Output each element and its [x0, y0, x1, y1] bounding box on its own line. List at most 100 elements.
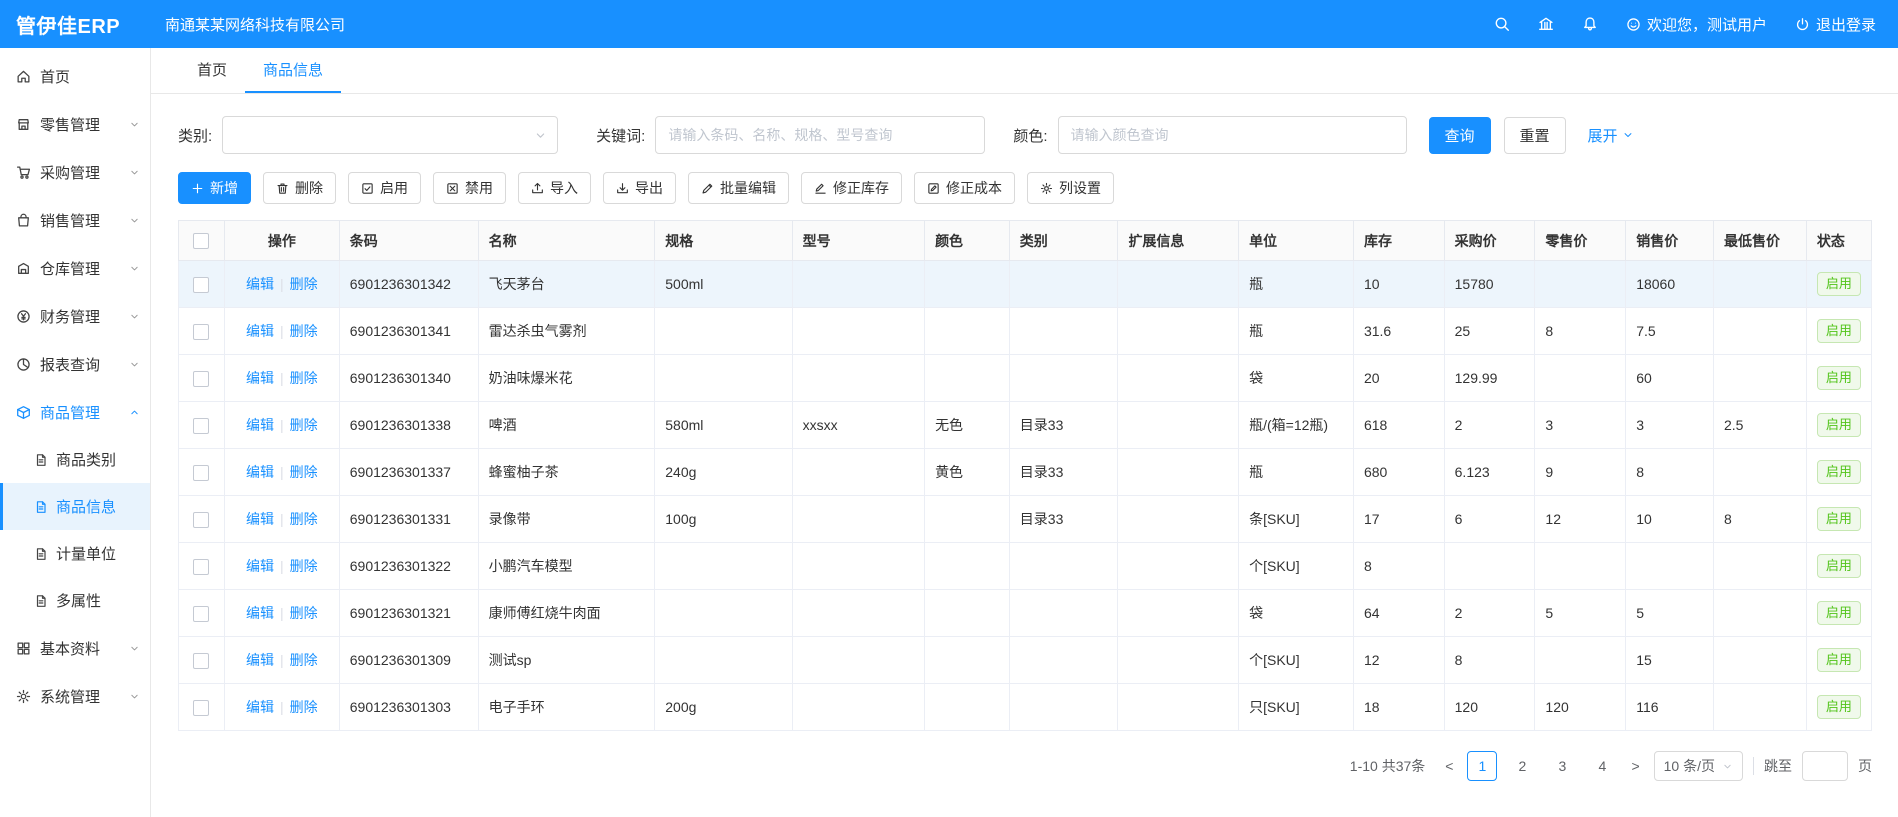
sidebar-item-retail[interactable]: 零售管理	[0, 100, 150, 148]
reset-button[interactable]: 重置	[1504, 117, 1566, 154]
sidebar-subitem-measure-unit[interactable]: 计量单位	[0, 530, 150, 577]
delete-link[interactable]: 删除	[290, 323, 318, 339]
page-number-4[interactable]: 4	[1587, 751, 1617, 781]
page-number-3[interactable]: 3	[1547, 751, 1577, 781]
delete-link[interactable]: 删除	[290, 699, 318, 715]
chevron-down-icon	[129, 119, 140, 130]
page-size-select[interactable]: 10 条/页	[1654, 751, 1743, 781]
fix-stock-button[interactable]: 修正库存	[801, 172, 902, 204]
category-select[interactable]	[222, 116, 558, 154]
row-checkbox[interactable]	[193, 512, 209, 528]
delete-link[interactable]: 删除	[290, 511, 318, 527]
prev-page-button[interactable]: <	[1441, 758, 1457, 774]
cell-spec	[655, 590, 792, 637]
delete-link[interactable]: 删除	[290, 605, 318, 621]
expand-toggle[interactable]: 展开	[1588, 125, 1634, 146]
chevron-down-icon	[129, 311, 140, 322]
pagination: 1-10 共37条<1234>10 条/页跳至页	[178, 751, 1872, 781]
column-settings-icon	[1040, 182, 1053, 195]
delete-link[interactable]: 删除	[290, 652, 318, 668]
enable-button[interactable]: 启用	[348, 172, 421, 204]
edit-link[interactable]: 编辑	[246, 511, 274, 527]
sidebar-subitem-multi-attribute[interactable]: 多属性	[0, 577, 150, 624]
sidebar-item-purchase[interactable]: 采购管理	[0, 148, 150, 196]
cell-color	[925, 261, 1010, 308]
cell-sale-price	[1626, 543, 1714, 590]
cell-sale-price: 116	[1626, 684, 1714, 731]
delete-button[interactable]: 删除	[263, 172, 336, 204]
next-page-button[interactable]: >	[1627, 758, 1643, 774]
add-button[interactable]: 新增	[178, 172, 251, 204]
logout-button[interactable]: 退出登录	[1795, 14, 1876, 35]
row-checkbox[interactable]	[193, 653, 209, 669]
batch-edit-button[interactable]: 批量编辑	[688, 172, 789, 204]
sidebar-subitem-goods-category[interactable]: 商品类别	[0, 436, 150, 483]
sidebar-item-finance[interactable]: 财务管理	[0, 292, 150, 340]
delete-link[interactable]: 删除	[290, 370, 318, 386]
edit-link[interactable]: 编辑	[246, 417, 274, 433]
doc-icon	[34, 500, 48, 514]
select-all-checkbox[interactable]	[193, 233, 209, 249]
sidebar-item-warehouse[interactable]: 仓库管理	[0, 244, 150, 292]
search-icon[interactable]	[1494, 16, 1510, 32]
row-checkbox[interactable]	[193, 277, 209, 293]
fix-cost-button[interactable]: 修正成本	[914, 172, 1015, 204]
edit-link[interactable]: 编辑	[246, 699, 274, 715]
export-button[interactable]: 导出	[603, 172, 676, 204]
cell-purchase-price: 15780	[1444, 261, 1535, 308]
delete-link[interactable]: 删除	[290, 417, 318, 433]
cell-name: 蜂蜜柚子茶	[478, 449, 655, 496]
page-number-1[interactable]: 1	[1467, 751, 1497, 781]
edit-link[interactable]: 编辑	[246, 558, 274, 574]
edit-link[interactable]: 编辑	[246, 464, 274, 480]
disable-button[interactable]: 禁用	[433, 172, 506, 204]
color-input[interactable]	[1058, 116, 1407, 154]
edit-link[interactable]: 编辑	[246, 323, 274, 339]
cell-model	[792, 449, 924, 496]
row-checkbox[interactable]	[193, 700, 209, 716]
page-number-2[interactable]: 2	[1507, 751, 1537, 781]
sidebar-item-sales[interactable]: 销售管理	[0, 196, 150, 244]
cell-stock: 10	[1353, 261, 1444, 308]
tab-home[interactable]: 首页	[179, 48, 245, 93]
delete-link[interactable]: 删除	[290, 558, 318, 574]
row-checkbox[interactable]	[193, 418, 209, 434]
row-checkbox[interactable]	[193, 606, 209, 622]
sidebar-item-system[interactable]: 系统管理	[0, 672, 150, 720]
sidebar-item-report[interactable]: 报表查询	[0, 340, 150, 388]
tab-goods-info[interactable]: 商品信息	[245, 48, 341, 93]
sidebar-item-label: 零售管理	[40, 114, 100, 135]
edit-link[interactable]: 编辑	[246, 652, 274, 668]
sidebar-item-home[interactable]: 首页	[0, 52, 150, 100]
sidebar-subitem-goods-info[interactable]: 商品信息	[0, 483, 150, 530]
delete-link[interactable]: 删除	[290, 464, 318, 480]
jump-input[interactable]	[1802, 751, 1848, 781]
cell-spec	[655, 355, 792, 402]
cell-barcode: 6901236301303	[339, 684, 478, 731]
bell-icon[interactable]	[1582, 16, 1598, 32]
row-checkbox-cell	[179, 637, 225, 684]
import-button[interactable]: 导入	[518, 172, 591, 204]
row-checkbox[interactable]	[193, 371, 209, 387]
retail-icon	[16, 117, 31, 132]
site-icon[interactable]	[1538, 16, 1554, 32]
keyword-input[interactable]	[655, 116, 985, 154]
sidebar-item-goods[interactable]: 商品管理	[0, 388, 150, 436]
user-welcome[interactable]: 欢迎您，测试用户	[1626, 14, 1767, 35]
row-checkbox[interactable]	[193, 465, 209, 481]
search-button[interactable]: 查询	[1429, 117, 1491, 154]
cell-category	[1009, 355, 1118, 402]
sidebar-item-basic-data[interactable]: 基本资料	[0, 624, 150, 672]
cell-stock: 64	[1353, 590, 1444, 637]
row-checkbox[interactable]	[193, 324, 209, 340]
edit-link[interactable]: 编辑	[246, 276, 274, 292]
edit-link[interactable]: 编辑	[246, 605, 274, 621]
edit-link[interactable]: 编辑	[246, 370, 274, 386]
cell-ext	[1118, 543, 1239, 590]
cell-min-price	[1714, 449, 1807, 496]
column-header: 库存	[1353, 221, 1444, 261]
delete-link[interactable]: 删除	[290, 276, 318, 292]
row-checkbox[interactable]	[193, 559, 209, 575]
cell-purchase-price: 120	[1444, 684, 1535, 731]
column-settings-button[interactable]: 列设置	[1027, 172, 1114, 204]
